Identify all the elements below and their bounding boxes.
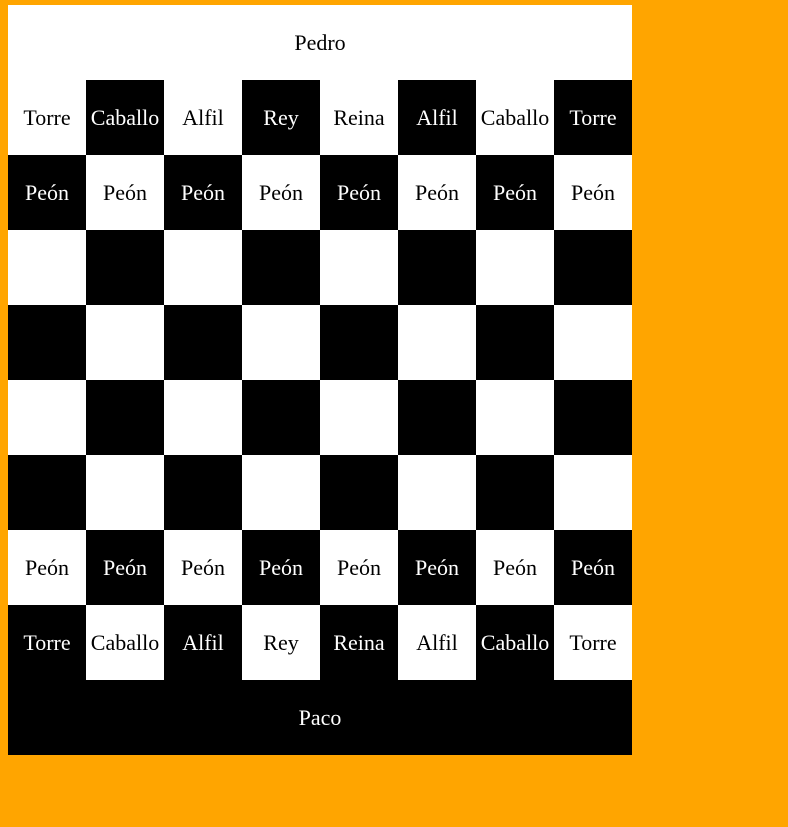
board-square-empty[interactable] — [164, 305, 242, 380]
board-square-pen[interactable]: Peón — [86, 530, 164, 605]
board-square-empty[interactable] — [398, 455, 476, 530]
board-square-pen[interactable]: Peón — [8, 155, 86, 230]
board-square-empty[interactable] — [8, 305, 86, 380]
board-square-alfil[interactable]: Alfil — [398, 80, 476, 155]
board-square-empty[interactable] — [320, 455, 398, 530]
board-square-empty[interactable] — [476, 305, 554, 380]
board-square-caballo[interactable]: Caballo — [476, 605, 554, 680]
board-square-pen[interactable]: Peón — [554, 530, 632, 605]
board-square-empty[interactable] — [398, 230, 476, 305]
board-square-torre[interactable]: Torre — [8, 80, 86, 155]
board-square-torre[interactable]: Torre — [554, 605, 632, 680]
top-player-name: Pedro — [8, 5, 632, 80]
board-square-torre[interactable]: Torre — [8, 605, 86, 680]
board-square-pen[interactable]: Peón — [554, 155, 632, 230]
board-square-empty[interactable] — [242, 380, 320, 455]
board-rank — [8, 230, 632, 305]
board-square-empty[interactable] — [398, 305, 476, 380]
board-square-empty[interactable] — [8, 380, 86, 455]
board-square-rey[interactable]: Rey — [242, 80, 320, 155]
board-square-alfil[interactable]: Alfil — [164, 605, 242, 680]
board-square-empty[interactable] — [8, 455, 86, 530]
board-square-empty[interactable] — [164, 380, 242, 455]
board-square-caballo[interactable]: Caballo — [86, 605, 164, 680]
board-rank — [8, 305, 632, 380]
board-square-empty[interactable] — [242, 305, 320, 380]
chess-board: Pedro Torre Caballo Alfil Rey Reina Alfil Caba… — [8, 5, 632, 755]
board-square-empty[interactable] — [8, 230, 86, 305]
board-square-rey[interactable]: Rey — [242, 605, 320, 680]
board-square-empty[interactable] — [86, 380, 164, 455]
board-square-caballo[interactable]: Caballo — [476, 80, 554, 155]
board-square-empty[interactable] — [164, 230, 242, 305]
board-square-pen[interactable]: Peón — [320, 155, 398, 230]
board-square-empty[interactable] — [320, 230, 398, 305]
board-square-pen[interactable]: Peón — [398, 155, 476, 230]
board-square-alfil[interactable]: Alfil — [164, 80, 242, 155]
board-square-pen[interactable]: Peón — [8, 530, 86, 605]
board-rank — [8, 455, 632, 530]
board-square-pen[interactable]: Peón — [164, 155, 242, 230]
board-square-pen[interactable]: Peón — [398, 530, 476, 605]
board-square-pen[interactable]: Peón — [476, 530, 554, 605]
board-square-pen[interactable]: Peón — [320, 530, 398, 605]
board-square-alfil[interactable]: Alfil — [398, 605, 476, 680]
board-square-empty[interactable] — [86, 305, 164, 380]
board-square-empty[interactable] — [476, 455, 554, 530]
board-square-empty[interactable] — [86, 230, 164, 305]
board-rank — [8, 380, 632, 455]
board-square-empty[interactable] — [164, 455, 242, 530]
board-square-empty[interactable] — [476, 230, 554, 305]
board-square-pen[interactable]: Peón — [164, 530, 242, 605]
board-square-empty[interactable] — [242, 230, 320, 305]
board-square-pen[interactable]: Peón — [242, 155, 320, 230]
board-square-empty[interactable] — [554, 455, 632, 530]
board-square-reina[interactable]: Reina — [320, 80, 398, 155]
board-square-empty[interactable] — [242, 455, 320, 530]
board-square-empty[interactable] — [554, 230, 632, 305]
bottom-player-name: Paco — [8, 680, 632, 755]
board-square-caballo[interactable]: Caballo — [86, 80, 164, 155]
board-square-empty[interactable] — [554, 380, 632, 455]
board-square-reina[interactable]: Reina — [320, 605, 398, 680]
board-square-empty[interactable] — [320, 305, 398, 380]
board-square-empty[interactable] — [398, 380, 476, 455]
board-square-torre[interactable]: Torre — [554, 80, 632, 155]
board-rank: Peón Peón Peón Peón Peón Peón Peón Peón — [8, 530, 632, 605]
board-square-empty[interactable] — [554, 305, 632, 380]
board-rank: Torre Caballo Alfil Rey Reina Alfil Caballo Tor… — [8, 80, 632, 155]
board-rank: Peón Peón Peón Peón Peón Peón Peón Peón — [8, 155, 632, 230]
board-square-pen[interactable]: Peón — [476, 155, 554, 230]
board-square-empty[interactable] — [86, 455, 164, 530]
board-square-empty[interactable] — [320, 380, 398, 455]
board-square-pen[interactable]: Peón — [86, 155, 164, 230]
board-rows: Torre Caballo Alfil Rey Reina Alfil Caballo Tor… — [8, 80, 632, 680]
board-rank: Torre Caballo Alfil Rey Reina Alfil Caballo Tor… — [8, 605, 632, 680]
board-square-pen[interactable]: Peón — [242, 530, 320, 605]
board-square-empty[interactable] — [476, 380, 554, 455]
